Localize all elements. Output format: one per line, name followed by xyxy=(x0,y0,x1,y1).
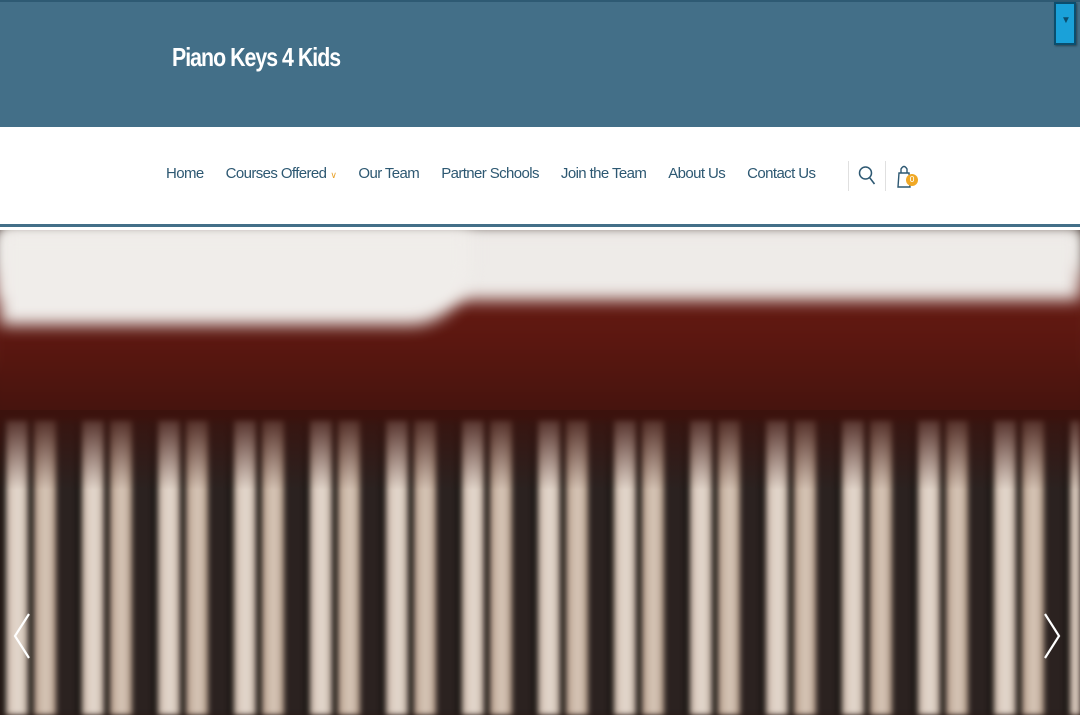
nav-item-home[interactable]: Home xyxy=(166,165,204,182)
nav-menu: Home Courses Offered ∨ Our Team Partner … xyxy=(166,165,837,182)
main-navigation: Home Courses Offered ∨ Our Team Partner … xyxy=(0,127,1080,227)
nav-item-join-the-team[interactable]: Join the Team xyxy=(560,165,647,182)
search-button[interactable] xyxy=(849,160,885,192)
nav-item-contact-us[interactable]: Contact Us xyxy=(747,165,816,182)
nav-item-our-team[interactable]: Our Team xyxy=(358,165,419,182)
chevron-down-icon: ∨ xyxy=(330,169,337,180)
hero-image-shade xyxy=(0,410,1080,490)
search-icon xyxy=(858,166,876,185)
chevron-down-icon: ▼ xyxy=(1061,15,1071,26)
hero-slider xyxy=(0,230,1080,715)
nav-item-label: Courses Offered xyxy=(225,165,327,182)
top-header: Piano Keys 4 Kids ▼ xyxy=(0,0,1080,127)
nav-item-label: Our Team xyxy=(358,165,420,182)
nav-item-label: Contact Us xyxy=(747,165,816,182)
page: Piano Keys 4 Kids ▼ Home Courses Offered… xyxy=(0,0,1080,715)
chevron-right-icon xyxy=(1044,613,1061,659)
nav-item-partner-schools[interactable]: Partner Schools xyxy=(441,165,539,182)
hero-image-cloth xyxy=(0,230,470,325)
nav-item-courses-offered[interactable]: Courses Offered ∨ xyxy=(226,165,337,182)
nav-item-label: Home xyxy=(166,165,204,182)
nav-item-label: Join the Team xyxy=(560,165,647,182)
cart-count-badge: 0 xyxy=(906,174,918,186)
site-title[interactable]: Piano Keys 4 Kids xyxy=(172,42,341,73)
nav-tools: 0 xyxy=(848,160,922,192)
corner-widget[interactable]: ▼ xyxy=(1054,2,1076,45)
nav-item-label: About Us xyxy=(668,165,726,182)
nav-item-about-us[interactable]: About Us xyxy=(668,165,726,182)
chevron-left-icon xyxy=(13,613,30,659)
slider-next-button[interactable] xyxy=(1042,612,1062,668)
slider-prev-button[interactable] xyxy=(12,612,32,668)
nav-item-label: Partner Schools xyxy=(441,165,539,182)
cart-button[interactable]: 0 xyxy=(886,160,922,192)
